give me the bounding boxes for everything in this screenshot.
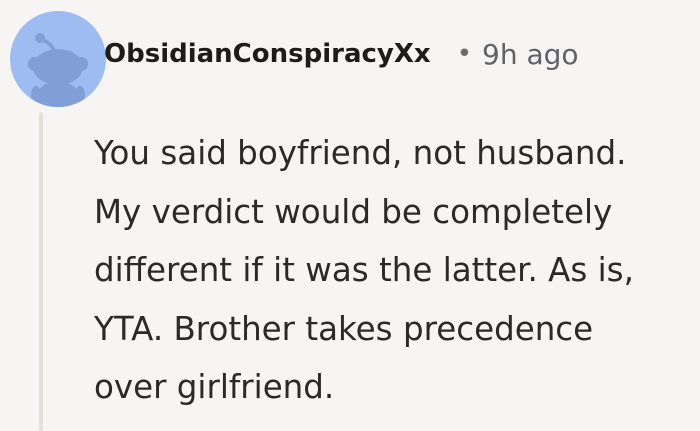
- comment-body-line: You said boyfriend, not husband.: [94, 134, 627, 172]
- comment: ObsidianConspiracyXx • 9h ago You said b…: [0, 0, 700, 431]
- comment-body-line: My verdict would be completely: [94, 192, 613, 231]
- reddit-snoo-icon: [28, 33, 88, 107]
- meta-separator: •: [456, 39, 473, 69]
- thread-collapse-line[interactable]: [39, 112, 43, 431]
- comment-body-line: YTA. Brother takes precedence: [94, 309, 594, 348]
- comment-timestamp[interactable]: 9h ago: [482, 38, 579, 71]
- comment-body: You said boyfriend, not husband. My verd…: [94, 124, 694, 417]
- avatar[interactable]: [10, 11, 106, 107]
- comment-body-line: different if it was the latter. As is,: [94, 251, 634, 289]
- comment-body-line: over girlfriend.: [94, 368, 335, 406]
- author-username[interactable]: ObsidianConspiracyXx: [104, 39, 431, 69]
- comment-header: ObsidianConspiracyXx • 9h ago: [104, 32, 579, 76]
